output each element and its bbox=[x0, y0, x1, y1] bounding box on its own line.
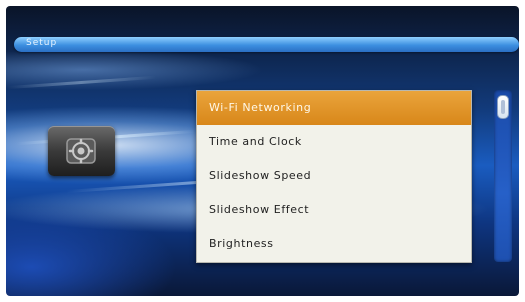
background-streak bbox=[6, 75, 156, 90]
menu-item-time-and-clock[interactable]: Time and Clock bbox=[197, 125, 471, 159]
scrollbar[interactable] bbox=[494, 90, 512, 262]
category-icon-button[interactable] bbox=[48, 126, 115, 176]
screen: Setup Wi-Fi Networking Time and Clock Sl… bbox=[6, 6, 519, 296]
menu-item-slideshow-speed[interactable]: Slideshow Speed bbox=[197, 159, 471, 193]
settings-gear-icon bbox=[66, 138, 96, 164]
menu-item-brightness[interactable]: Brightness bbox=[197, 227, 471, 261]
title-bar: Setup bbox=[14, 37, 519, 52]
page-title: Setup bbox=[26, 38, 58, 48]
menu-item-slideshow-effect[interactable]: Slideshow Effect bbox=[197, 193, 471, 227]
menu-item-wifi-networking[interactable]: Wi-Fi Networking bbox=[197, 91, 471, 125]
settings-menu: Wi-Fi Networking Time and Clock Slidesho… bbox=[196, 90, 472, 263]
scrollbar-thumb[interactable] bbox=[497, 95, 509, 119]
